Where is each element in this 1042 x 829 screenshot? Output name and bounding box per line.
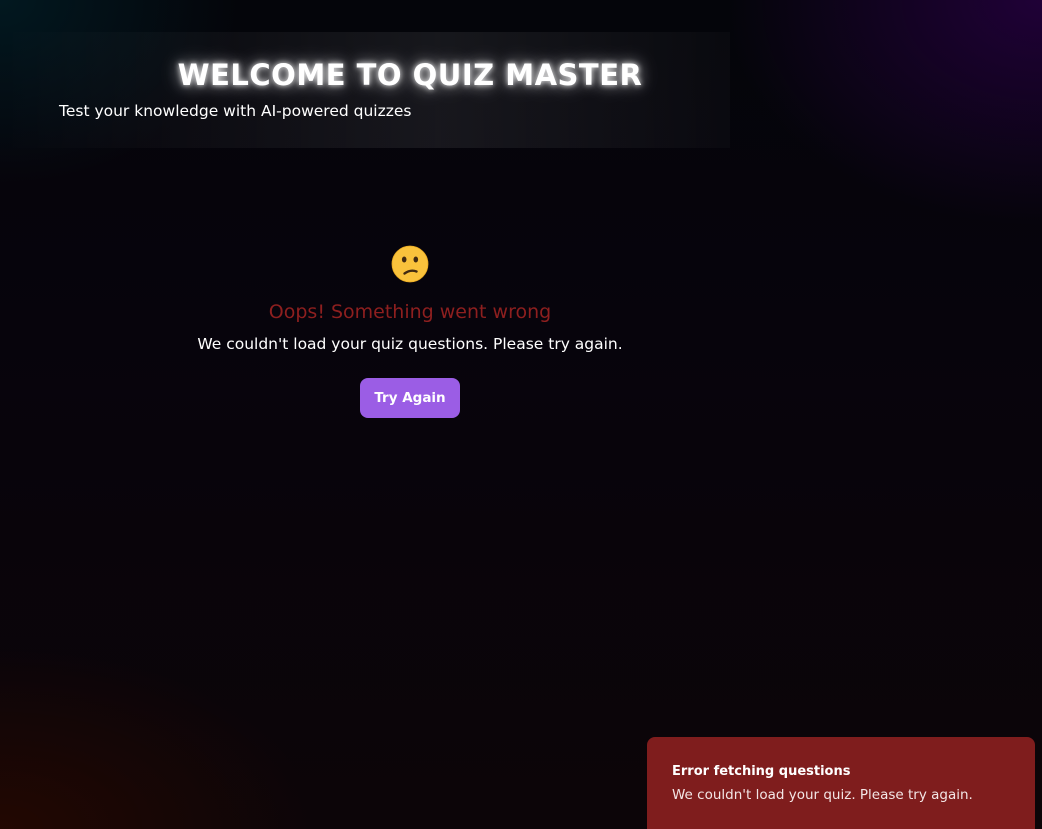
try-again-button[interactable]: Try Again <box>360 378 460 418</box>
error-heading: Oops! Something went wrong <box>268 301 552 323</box>
error-message: We couldn't load your quiz questions. Pl… <box>197 335 623 353</box>
toast-message: We couldn't load your quiz. Please try a… <box>672 787 973 803</box>
confused-face-icon <box>391 245 429 283</box>
page-title: WELCOME TO QUIZ MASTER <box>177 58 643 92</box>
error-toast[interactable]: Error fetching questions We couldn't loa… <box>647 737 1035 829</box>
page-subtitle: Test your knowledge with AI-powered quiz… <box>59 102 412 120</box>
toast-title: Error fetching questions <box>672 764 851 779</box>
error-state: Oops! Something went wrong We couldn't l… <box>0 245 820 418</box>
